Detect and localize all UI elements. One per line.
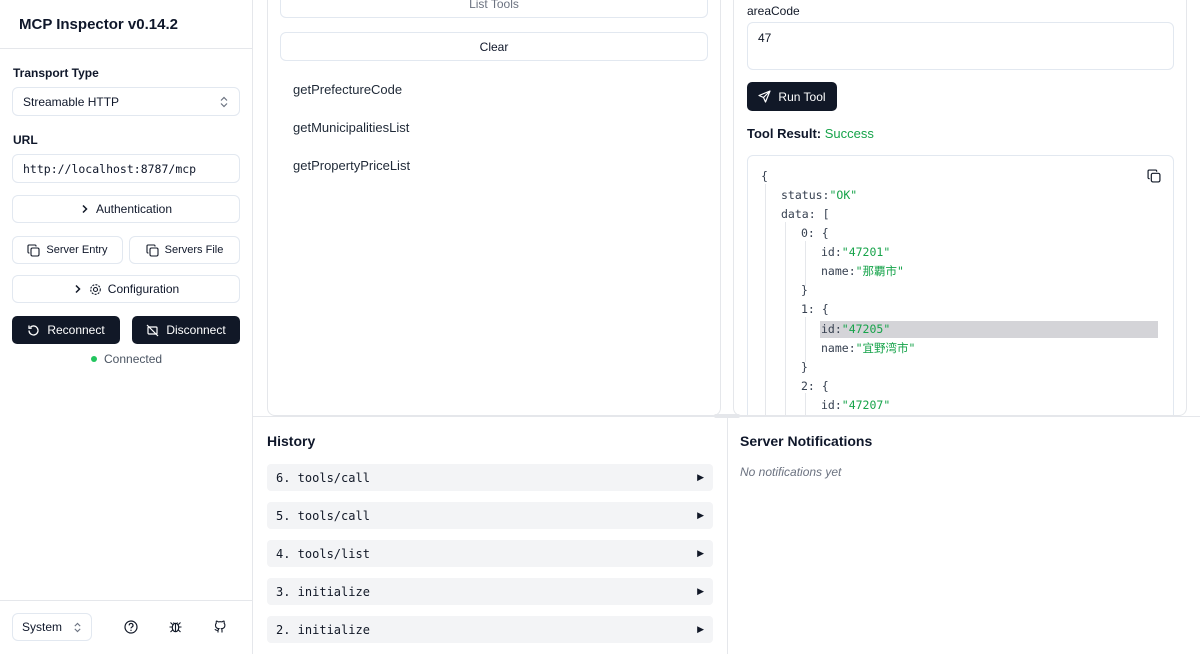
json-line: 0: { (801, 226, 829, 240)
json-line: } (801, 283, 808, 297)
theme-select[interactable]: System (12, 613, 92, 641)
run-tool-button[interactable]: Run Tool (747, 82, 837, 111)
history-item[interactable]: 4. tools/list ▶ (267, 540, 713, 567)
transport-type-value: Streamable HTTP (23, 94, 120, 109)
send-icon (758, 90, 772, 103)
copy-icon[interactable] (1147, 169, 1161, 183)
chevron-right-icon (73, 284, 83, 294)
tool-result-status: Success (824, 126, 874, 141)
json-line: } (801, 360, 808, 374)
expand-arrow-icon: ▶ (697, 472, 704, 482)
indent-guide (765, 184, 766, 415)
tool-item[interactable]: getPrefectureCode (293, 82, 402, 97)
chevron-up-down-icon (219, 96, 229, 108)
expand-arrow-icon: ▶ (697, 510, 704, 520)
theme-value: System (22, 620, 63, 634)
reconnect-label: Reconnect (47, 323, 105, 337)
history-title: History (267, 433, 316, 449)
divider (0, 600, 253, 601)
history-item[interactable]: 5. tools/call ▶ (267, 502, 713, 529)
authentication-label: Authentication (95, 202, 173, 216)
copy-icon (146, 243, 159, 257)
disconnect-label: Disconnect (166, 323, 226, 337)
transport-type-label: Transport Type (13, 66, 99, 80)
configuration-label: Configuration (107, 282, 180, 296)
history-item[interactable]: 3. initialize ▶ (267, 578, 713, 605)
bug-icon[interactable] (168, 619, 183, 634)
tool-result-label: Tool Result: (747, 126, 822, 141)
tool-result-heading: Tool Result: Success (747, 126, 874, 141)
clear-button[interactable]: Clear (280, 32, 708, 61)
chevron-up-down-icon (73, 622, 82, 633)
refresh-icon (27, 324, 40, 337)
transport-type-select[interactable]: Streamable HTTP (12, 87, 240, 116)
json-line: data: [ (781, 207, 830, 221)
servers-file-label: Servers File (164, 244, 224, 256)
notifications-empty-text: No notifications yet (740, 465, 842, 479)
disconnect-icon (146, 324, 159, 337)
list-tools-button[interactable]: List Tools (280, 0, 708, 18)
app-title: MCP Inspector v0.14.2 (19, 16, 178, 33)
history-panel: History 6. tools/call ▶ 5. tools/call ▶ … (253, 417, 727, 654)
tools-panel: List Tools Clear getPrefectureCode getMu… (267, 0, 721, 416)
authentication-button[interactable]: Authentication (12, 195, 240, 223)
json-line: name:"宜野湾市" (821, 341, 916, 355)
status-dot-icon (91, 356, 97, 362)
history-item[interactable]: 2. initialize ▶ (267, 616, 713, 643)
tool-item[interactable]: getPropertyPriceList (293, 158, 410, 173)
sidebar: MCP Inspector v0.14.2 Transport Type Str… (0, 0, 253, 654)
expand-arrow-icon: ▶ (697, 624, 704, 634)
chevron-right-icon (80, 204, 90, 214)
server-entry-label: Server Entry (46, 244, 108, 256)
url-label: URL (13, 133, 38, 147)
reconnect-button[interactable]: Reconnect (12, 316, 120, 344)
json-line: status:"OK" (781, 188, 858, 202)
servers-file-button[interactable]: Servers File (129, 236, 240, 264)
run-tool-label: Run Tool (778, 89, 826, 104)
area-code-input[interactable]: 47 (747, 22, 1174, 70)
history-item-label: 5. tools/call (276, 508, 370, 523)
history-item-label: 4. tools/list (276, 546, 370, 561)
expand-arrow-icon: ▶ (697, 586, 704, 596)
area-code-label: areaCode (747, 4, 800, 18)
server-entry-button[interactable]: Server Entry (12, 236, 123, 264)
tool-detail-panel: areaCode 47 Run Tool Tool Result: Succes… (733, 0, 1187, 416)
json-line: 2: { (801, 379, 829, 393)
json-line: id:"47205" (821, 322, 891, 336)
copy-icon (27, 243, 40, 257)
json-line: { (761, 169, 768, 183)
history-item-label: 3. initialize (276, 584, 370, 599)
indent-guide (805, 317, 806, 362)
indent-guide (805, 393, 806, 415)
status-text: Connected (104, 352, 163, 366)
indent-guide (805, 241, 806, 286)
json-line: 1: { (801, 302, 829, 316)
divider (727, 417, 728, 654)
gear-icon (89, 283, 102, 296)
disconnect-button[interactable]: Disconnect (132, 316, 240, 344)
json-line: id:"47201" (821, 245, 891, 259)
connection-status: Connected (91, 352, 162, 366)
json-viewer: { status:"OK" data: [ 0: { id:"47201" na… (747, 155, 1174, 415)
expand-arrow-icon: ▶ (697, 548, 704, 558)
json-line: id:"47207" (821, 398, 891, 412)
divider (0, 48, 253, 49)
history-item-label: 6. tools/call (276, 470, 370, 485)
configuration-button[interactable]: Configuration (12, 275, 240, 303)
server-notifications-title: Server Notifications (740, 433, 873, 449)
tool-item[interactable]: getMunicipalitiesList (293, 120, 409, 135)
history-item[interactable]: 6. tools/call ▶ (267, 464, 713, 491)
url-input[interactable]: http://localhost:8787/mcp (12, 154, 240, 183)
help-icon[interactable] (124, 620, 138, 634)
indent-guide (785, 222, 786, 415)
github-icon[interactable] (213, 619, 227, 634)
json-line: name:"那覇市" (821, 264, 904, 278)
history-item-label: 2. initialize (276, 622, 370, 637)
